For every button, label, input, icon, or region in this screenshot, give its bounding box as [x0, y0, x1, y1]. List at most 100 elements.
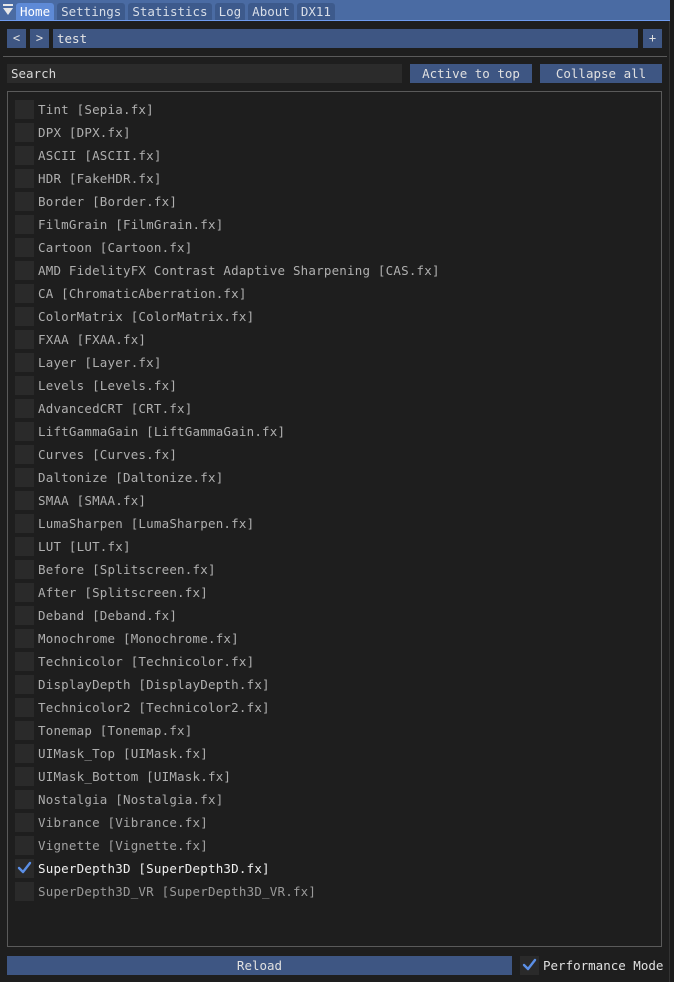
effect-item[interactable]: ColorMatrix [ColorMatrix.fx] [15, 306, 635, 329]
effect-checkbox[interactable] [15, 629, 34, 648]
effect-item[interactable]: SuperDepth3D_VR [SuperDepth3D_VR.fx] [15, 881, 635, 904]
effect-item[interactable]: AdvancedCRT [CRT.fx] [15, 398, 635, 421]
effect-item[interactable]: Tonemap [Tonemap.fx] [15, 720, 635, 743]
effect-checkbox[interactable] [15, 882, 34, 901]
checkmark-icon [522, 958, 537, 971]
effect-label: AdvancedCRT [CRT.fx] [38, 401, 193, 416]
effect-item[interactable]: Technicolor2 [Technicolor2.fx] [15, 697, 635, 720]
effect-checkbox[interactable] [15, 399, 34, 418]
effect-item[interactable]: DPX [DPX.fx] [15, 122, 635, 145]
effect-checkbox[interactable] [15, 859, 34, 878]
tab-log[interactable]: Log [214, 3, 246, 20]
effect-item[interactable]: Curves [Curves.fx] [15, 444, 635, 467]
effects-list-panel[interactable]: Tint [Sepia.fx] DPX [DPX.fx] ASCII [ASCII.… [7, 91, 662, 947]
effect-label: FXAA [FXAA.fx] [38, 332, 147, 347]
effect-item[interactable]: SuperDepth3D [SuperDepth3D.fx] [15, 858, 635, 881]
effect-item[interactable]: Before [Splitscreen.fx] [15, 559, 635, 582]
tab-dx11[interactable]: DX11 [296, 3, 335, 20]
effect-checkbox[interactable] [15, 744, 34, 763]
effect-item[interactable]: Daltonize [Daltonize.fx] [15, 467, 635, 490]
effect-checkbox[interactable] [15, 721, 34, 740]
effect-label: UIMask_Bottom [UIMask.fx] [38, 769, 232, 784]
effect-checkbox[interactable] [15, 606, 34, 625]
effect-item[interactable]: ASCII [ASCII.fx] [15, 145, 635, 168]
effect-checkbox[interactable] [15, 790, 34, 809]
effect-item[interactable]: After [Splitscreen.fx] [15, 582, 635, 605]
effect-label: ColorMatrix [ColorMatrix.fx] [38, 309, 255, 324]
next-preset-button[interactable]: > [30, 29, 49, 48]
effect-item[interactable]: Levels [Levels.fx] [15, 375, 635, 398]
effect-item[interactable]: Layer [Layer.fx] [15, 352, 635, 375]
effect-item[interactable]: UIMask_Bottom [UIMask.fx] [15, 766, 635, 789]
effect-item[interactable]: Nostalgia [Nostalgia.fx] [15, 789, 635, 812]
effect-label: UIMask_Top [UIMask.fx] [38, 746, 208, 761]
active-to-top-button[interactable]: Active to top [410, 64, 532, 83]
effect-item[interactable]: LUT [LUT.fx] [15, 536, 635, 559]
effect-item[interactable]: Vignette [Vignette.fx] [15, 835, 635, 858]
effect-item[interactable]: Tint [Sepia.fx] [15, 99, 635, 122]
effect-checkbox[interactable] [15, 652, 34, 671]
reshade-overlay-window: Home Settings Statistics Log About DX11 < > t… [0, 0, 670, 982]
effect-item[interactable]: Vibrance [Vibrance.fx] [15, 812, 635, 835]
effect-checkbox[interactable] [15, 284, 34, 303]
effect-item[interactable]: CA [ChromaticAberration.fx] [15, 283, 635, 306]
collapse-all-button[interactable]: Collapse all [540, 64, 662, 83]
tab-about[interactable]: About [248, 3, 294, 20]
effect-checkbox[interactable] [15, 583, 34, 602]
preset-selector[interactable]: test [53, 29, 638, 48]
effect-checkbox[interactable] [15, 146, 34, 165]
effect-checkbox[interactable] [15, 215, 34, 234]
effect-checkbox[interactable] [15, 445, 34, 464]
effect-item[interactable]: AMD FidelityFX Contrast Adaptive Sharpen… [15, 260, 635, 283]
effect-checkbox[interactable] [15, 813, 34, 832]
search-input[interactable]: Search [7, 64, 402, 83]
effect-label: Nostalgia [Nostalgia.fx] [38, 792, 224, 807]
reload-button[interactable]: Reload [7, 956, 512, 975]
effect-label: Technicolor2 [Technicolor2.fx] [38, 700, 270, 715]
effect-item[interactable]: Cartoon [Cartoon.fx] [15, 237, 635, 260]
effect-checkbox[interactable] [15, 537, 34, 556]
tab-home[interactable]: Home [16, 3, 55, 20]
effect-label: Daltonize [Daltonize.fx] [38, 470, 224, 485]
effect-checkbox[interactable] [15, 468, 34, 487]
effect-checkbox[interactable] [15, 675, 34, 694]
effect-checkbox[interactable] [15, 192, 34, 211]
effect-checkbox[interactable] [15, 123, 34, 142]
performance-mode-checkbox[interactable] [520, 956, 539, 975]
effect-item[interactable]: Deband [Deband.fx] [15, 605, 635, 628]
effect-checkbox[interactable] [15, 307, 34, 326]
effect-checkbox[interactable] [15, 767, 34, 786]
effect-item[interactable]: UIMask_Top [UIMask.fx] [15, 743, 635, 766]
tab-statistics[interactable]: Statistics [128, 3, 212, 20]
effect-checkbox[interactable] [15, 376, 34, 395]
effect-item[interactable]: Technicolor [Technicolor.fx] [15, 651, 635, 674]
effect-checkbox[interactable] [15, 491, 34, 510]
effect-label: HDR [FakeHDR.fx] [38, 171, 162, 186]
tab-bar: Home Settings Statistics Log About DX11 [0, 0, 670, 21]
effect-checkbox[interactable] [15, 353, 34, 372]
effect-checkbox[interactable] [15, 169, 34, 188]
previous-preset-button[interactable]: < [7, 29, 26, 48]
effect-item[interactable]: HDR [FakeHDR.fx] [15, 168, 635, 191]
effect-checkbox[interactable] [15, 100, 34, 119]
effect-checkbox[interactable] [15, 238, 34, 257]
effect-checkbox[interactable] [15, 514, 34, 533]
effect-checkbox[interactable] [15, 422, 34, 441]
effect-item[interactable]: LumaSharpen [LumaSharpen.fx] [15, 513, 635, 536]
effect-item[interactable]: Border [Border.fx] [15, 191, 635, 214]
effect-checkbox[interactable] [15, 836, 34, 855]
tab-settings[interactable]: Settings [57, 3, 126, 20]
effect-checkbox[interactable] [15, 560, 34, 579]
effect-item[interactable]: LiftGammaGain [LiftGammaGain.fx] [15, 421, 635, 444]
effect-label: Vibrance [Vibrance.fx] [38, 815, 208, 830]
effect-checkbox[interactable] [15, 261, 34, 280]
effect-item[interactable]: FXAA [FXAA.fx] [15, 329, 635, 352]
effect-checkbox[interactable] [15, 330, 34, 349]
collapse-window-icon[interactable] [3, 4, 13, 16]
effect-item[interactable]: SMAA [SMAA.fx] [15, 490, 635, 513]
effect-item[interactable]: FilmGrain [FilmGrain.fx] [15, 214, 635, 237]
effect-checkbox[interactable] [15, 698, 34, 717]
add-preset-button[interactable]: + [643, 29, 662, 48]
effect-item[interactable]: Monochrome [Monochrome.fx] [15, 628, 635, 651]
effect-item[interactable]: DisplayDepth [DisplayDepth.fx] [15, 674, 635, 697]
